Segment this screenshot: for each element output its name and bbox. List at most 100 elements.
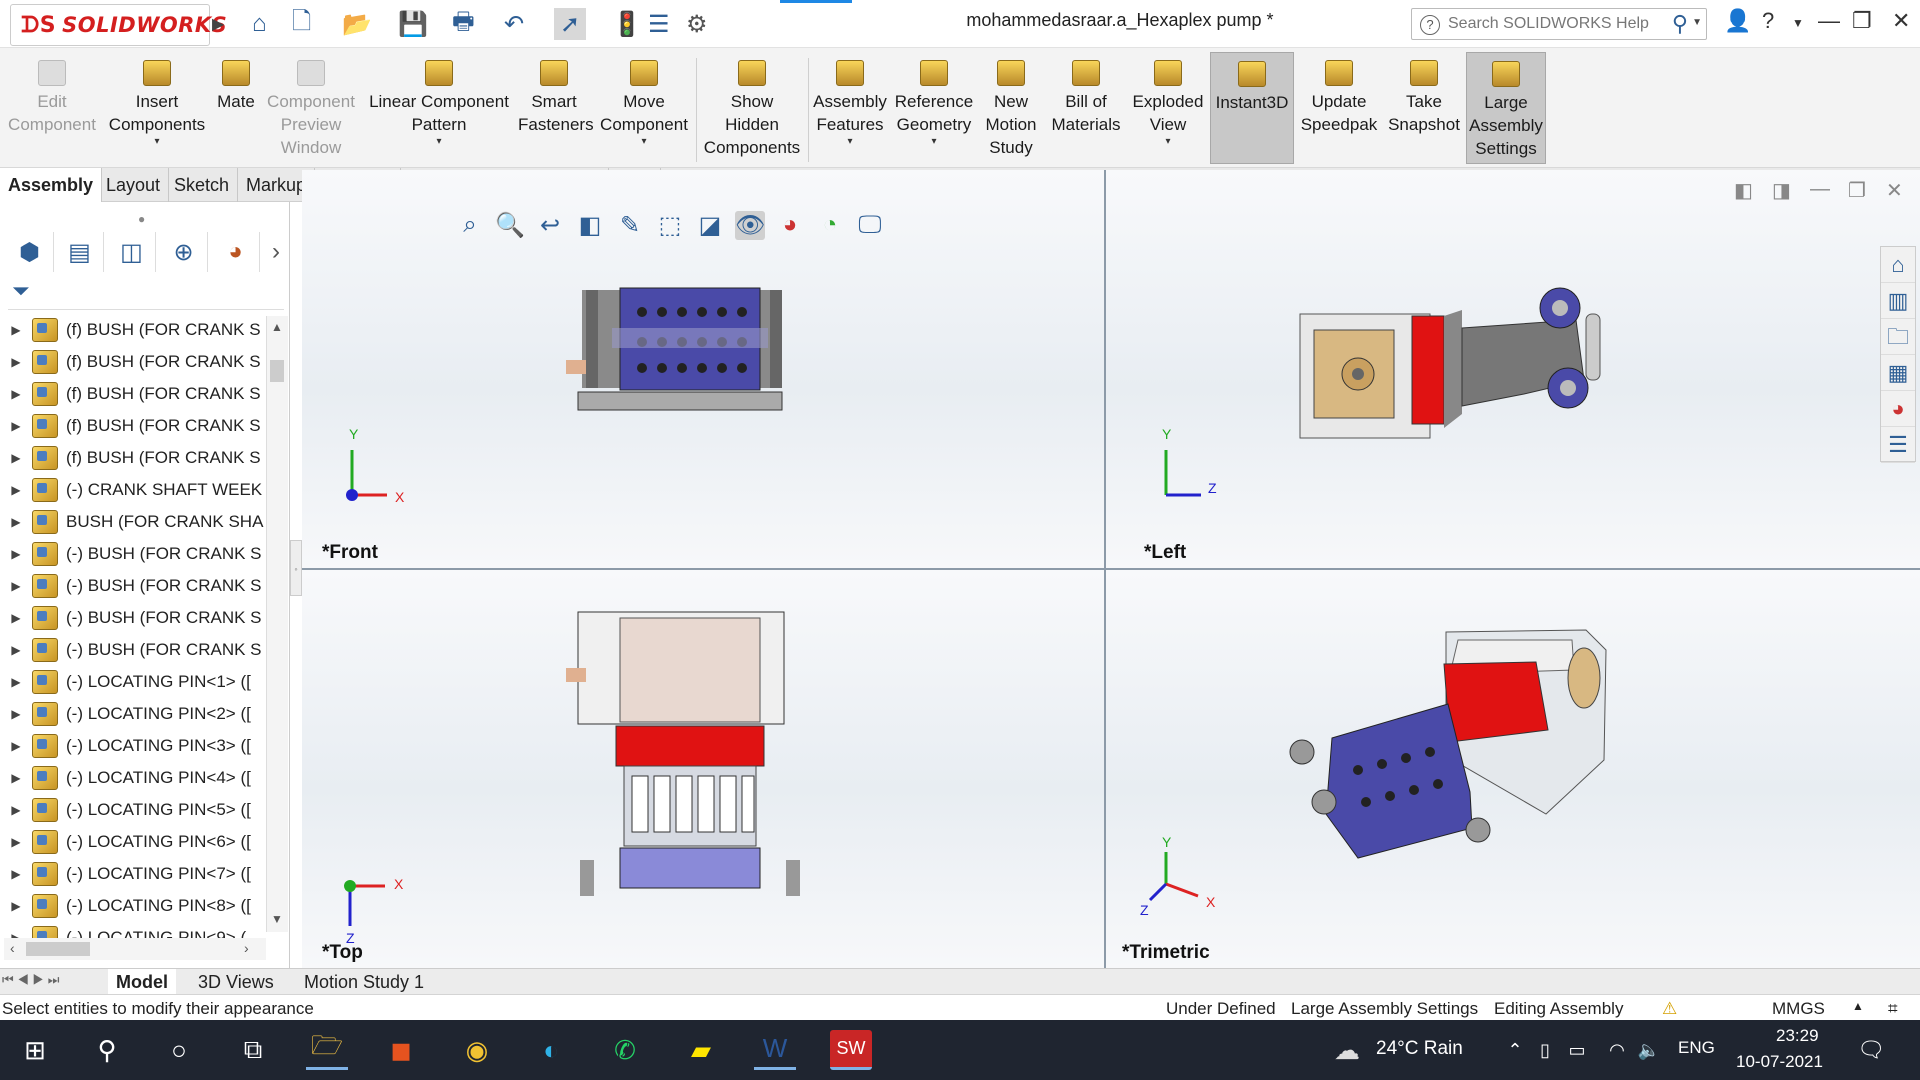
panel-grip-icon[interactable]: ●: [138, 212, 145, 226]
tree-item[interactable]: ▶ (-) LOCATING PIN<2> ([: [0, 698, 270, 730]
clock-date[interactable]: 10-07-2021: [1736, 1052, 1823, 1072]
ribbon-exploded-view-button[interactable]: Exploded View ▾: [1128, 52, 1208, 164]
display-manager-tab-icon[interactable]: ◕: [212, 232, 260, 272]
units-selector[interactable]: MMGS: [1772, 999, 1825, 1019]
ribbon-take-snapshot-button[interactable]: Take Snapshot: [1386, 52, 1462, 164]
tooltip-toggle-icon[interactable]: ⌗: [1888, 999, 1898, 1019]
view-palette-icon[interactable]: ▦: [1881, 355, 1915, 391]
print-icon[interactable]: 🖶: [452, 8, 475, 40]
rebuild-icon[interactable]: 🚦: [612, 8, 642, 40]
expand-arrow-icon[interactable]: ▶: [0, 675, 32, 689]
panel-collapse-handle[interactable]: ◦: [290, 540, 302, 596]
open-folder-icon[interactable]: 📂: [342, 8, 372, 40]
solidworks-taskbar-icon[interactable]: SW: [830, 1030, 872, 1070]
tree-item[interactable]: ▶ (-) CRANK SHAFT WEEK: [0, 474, 270, 506]
expand-arrow-icon[interactable]: ▶: [0, 387, 32, 401]
ribbon-assembly-features-button[interactable]: Assembly Features ▾: [808, 52, 892, 164]
tree-item[interactable]: ▶ (-) LOCATING PIN<5> ([: [0, 794, 270, 826]
tree-item[interactable]: ▶ (f) BUSH (FOR CRANK S: [0, 314, 270, 346]
save-icon[interactable]: 💾: [398, 8, 428, 40]
dropdown-caret-icon[interactable]: ▾: [1128, 136, 1208, 148]
filter-tree-icon[interactable]: ⏷: [8, 278, 284, 310]
tree-item[interactable]: ▶ (-) BUSH (FOR CRANK S: [0, 602, 270, 634]
viewport-top[interactable]: *Top X Z: [302, 570, 1104, 968]
expand-arrow-icon[interactable]: ▶: [0, 515, 32, 529]
dropdown-caret-icon[interactable]: ▾: [364, 136, 514, 148]
viewport-minimize-icon[interactable]: —: [1810, 178, 1830, 201]
edit-appearance-icon[interactable]: ◕: [775, 211, 805, 239]
tab-layout[interactable]: Layout: [98, 168, 170, 202]
tree-item[interactable]: ▶ (-) LOCATING PIN<1> ([: [0, 666, 270, 698]
clock-time[interactable]: 23:29: [1776, 1026, 1819, 1046]
expand-arrow-icon[interactable]: ▶: [0, 579, 32, 593]
dimxpert-tab-icon[interactable]: ⊕: [160, 232, 208, 272]
ribbon-update-speedpak-button[interactable]: Update Speedpak: [1298, 52, 1380, 164]
apply-scene-icon[interactable]: ◔: [815, 211, 845, 239]
sticky-notes-icon[interactable]: ▰: [680, 1030, 722, 1070]
weather-text[interactable]: 24°C Rain: [1376, 1038, 1463, 1060]
tree-item[interactable]: ▶ (f) BUSH (FOR CRANK S: [0, 410, 270, 442]
tree-item[interactable]: ▶ (-) LOCATING PIN<7> ([: [0, 858, 270, 890]
new-document-icon[interactable]: 🗋: [292, 8, 311, 40]
zoom-to-fit-icon[interactable]: ⌕: [455, 211, 485, 239]
help-icon[interactable]: ?: [1762, 8, 1774, 34]
solidworks-logo[interactable]: ᗪS SOLIDWORKS: [10, 4, 227, 46]
battery-icon[interactable]: ▭: [1556, 1030, 1598, 1070]
ribbon-mate-button[interactable]: Mate: [214, 52, 258, 164]
view-orientation-icon[interactable]: ⬚: [655, 211, 685, 240]
file-explorer-icon[interactable]: 🗀: [1881, 319, 1915, 355]
expand-arrow-icon[interactable]: ▶: [0, 771, 32, 785]
tree-item[interactable]: ▶ (-) LOCATING PIN<3> ([: [0, 730, 270, 762]
ribbon-large-assembly-settings-button[interactable]: Large Assembly Settings: [1466, 52, 1546, 164]
units-up-icon[interactable]: ▲: [1852, 999, 1864, 1013]
expand-arrow-icon[interactable]: ▶: [0, 483, 32, 497]
search-icon[interactable]: ⚲: [1672, 11, 1688, 37]
dropdown-caret-icon[interactable]: ▾: [892, 136, 976, 148]
restore-icon[interactable]: ❐: [1852, 8, 1872, 34]
undo-icon[interactable]: ↶: [504, 8, 524, 40]
rebuild-warning-icon[interactable]: ⚠: [1662, 999, 1677, 1019]
office-icon[interactable]: ◼: [380, 1030, 422, 1070]
expand-arrow-icon[interactable]: ▶: [0, 867, 32, 881]
tree-item[interactable]: ▶ (-) LOCATING PIN<6> ([: [0, 826, 270, 858]
tree-item[interactable]: ▶ (-) BUSH (FOR CRANK S: [0, 634, 270, 666]
tree-horizontal-scrollbar[interactable]: ‹ ›: [4, 938, 266, 960]
home-icon[interactable]: ⌂: [252, 8, 267, 40]
tree-item[interactable]: ▶ (f) BUSH (FOR CRANK S: [0, 442, 270, 474]
viewport-tile-left-icon[interactable]: ◧: [1734, 178, 1753, 203]
ribbon-bill-of-materials-button[interactable]: Bill of Materials: [1046, 52, 1126, 164]
bottom-tab-motion-study-1[interactable]: Motion Study 1: [296, 969, 432, 995]
edge-icon[interactable]: ◐: [530, 1030, 572, 1070]
word-icon[interactable]: W: [754, 1030, 796, 1070]
weather-icon[interactable]: ☁: [1326, 1030, 1368, 1070]
dropdown-caret-icon[interactable]: ▾: [594, 136, 694, 148]
tree-vertical-scrollbar[interactable]: ▲ ▼: [266, 316, 288, 932]
expand-arrow-icon[interactable]: ▶: [0, 419, 32, 433]
tree-item[interactable]: ▶ (f) BUSH (FOR CRANK S: [0, 346, 270, 378]
tree-item[interactable]: ▶ BUSH (FOR CRANK SHA: [0, 506, 270, 538]
viewport-left[interactable]: *Left Y Z: [1106, 170, 1920, 568]
solidworks-resources-icon[interactable]: ⌂: [1881, 247, 1915, 283]
status-settings[interactable]: Large Assembly Settings: [1291, 999, 1478, 1019]
ribbon-show-hidden-components-button[interactable]: Show Hidden Components: [696, 52, 808, 164]
tree-item[interactable]: ▶ (-) BUSH (FOR CRANK S: [0, 570, 270, 602]
dropdown-caret-icon[interactable]: ▾: [104, 136, 210, 148]
viewport-trimetric[interactable]: *Trimetric Y X Z: [1106, 570, 1920, 968]
minimize-icon[interactable]: —: [1818, 8, 1840, 34]
file-explorer-icon[interactable]: 🗁: [306, 1030, 348, 1070]
volume-icon[interactable]: 🔈: [1628, 1030, 1670, 1070]
display-style-icon[interactable]: ◪: [695, 211, 725, 240]
windows-start-icon[interactable]: ⊞: [14, 1030, 56, 1070]
help-dropdown-icon[interactable]: ▼: [1792, 16, 1804, 30]
whatsapp-icon[interactable]: ✆: [604, 1030, 646, 1070]
tab-assembly[interactable]: Assembly: [0, 168, 103, 202]
expand-arrow-icon[interactable]: ▶: [0, 451, 32, 465]
design-library-icon[interactable]: ▥: [1881, 283, 1915, 319]
hide-show-items-icon[interactable]: 👁: [735, 210, 765, 240]
cortana-icon[interactable]: ○: [158, 1030, 200, 1070]
select-arrow-icon[interactable]: ➚: [554, 8, 586, 40]
chrome-icon[interactable]: ◉: [456, 1030, 498, 1070]
tree-item[interactable]: ▶ (f) BUSH (FOR CRANK S: [0, 378, 270, 410]
viewport-restore-icon[interactable]: ❐: [1848, 178, 1866, 203]
tree-item[interactable]: ▶ (-) LOCATING PIN<8> ([: [0, 890, 270, 922]
